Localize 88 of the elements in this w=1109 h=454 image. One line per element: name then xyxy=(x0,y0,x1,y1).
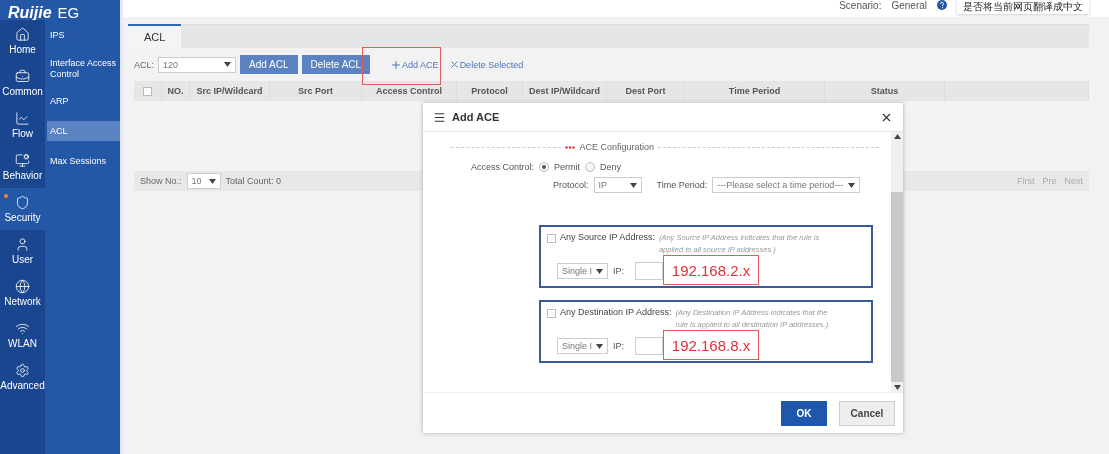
nav-item[interactable]: Behavior xyxy=(0,146,45,188)
scroll-up-icon[interactable] xyxy=(893,134,901,139)
acl-select[interactable]: 120 xyxy=(158,56,236,73)
nav-label: Home xyxy=(9,44,36,55)
ip-type-select[interactable]: Single I xyxy=(557,263,608,279)
caret-icon xyxy=(848,182,856,188)
checkbox[interactable] xyxy=(547,309,556,318)
radio-button[interactable] xyxy=(539,162,550,172)
nav-label: Advanced xyxy=(0,380,45,391)
show-label: Show No.: xyxy=(140,176,182,186)
annotation-text: 192.168.8.x xyxy=(671,336,751,354)
nav-item[interactable]: Network xyxy=(0,272,45,314)
nav-icon xyxy=(15,237,30,252)
scroll-down-icon xyxy=(893,385,901,390)
translate-prompt: 是否将当前网页翻译成中文 xyxy=(957,0,1089,14)
checkbox-label: Any Destination IP Address: xyxy=(560,307,672,317)
caret-icon xyxy=(208,178,216,184)
toolbar-link[interactable]: Add ACE xyxy=(390,58,439,71)
ip-input[interactable] xyxy=(635,262,663,280)
checkbox[interactable] xyxy=(547,234,556,243)
nav-item[interactable]: Home xyxy=(0,20,45,62)
field-label: Protocol: xyxy=(553,180,589,190)
nav-icon xyxy=(15,321,30,336)
caret-icon xyxy=(596,343,603,349)
nav-icon xyxy=(15,153,30,168)
plus-icon xyxy=(390,58,403,71)
checkbox[interactable] xyxy=(143,86,152,96)
toolbar-button[interactable]: Add ACL xyxy=(240,55,298,74)
page-size-select[interactable]: 10 xyxy=(186,173,221,189)
nav-item[interactable]: Security xyxy=(0,188,45,230)
nav-icon xyxy=(15,69,30,84)
total-count: Total Count: 0 xyxy=(225,176,282,186)
submenu-item[interactable]: IPS xyxy=(47,25,120,45)
scenario-label: Scenario: xyxy=(839,0,882,11)
nav-item[interactable]: Common xyxy=(0,62,45,104)
nav-icon xyxy=(15,111,30,126)
section-title: ACE Configuration xyxy=(579,142,655,152)
close-icon xyxy=(448,59,460,70)
protocol-select[interactable]: IP xyxy=(593,177,642,193)
nav-label: Behavior xyxy=(2,170,43,181)
tab[interactable]: ACL xyxy=(128,24,182,48)
radio-label: Deny xyxy=(600,162,622,172)
nav-icon xyxy=(15,27,30,42)
dialog-title: Add ACE xyxy=(452,111,501,123)
nav-label: User xyxy=(11,254,34,265)
caret-icon xyxy=(629,182,637,188)
dialog-button[interactable]: OK xyxy=(781,400,827,426)
nav-icon xyxy=(15,363,30,378)
nav-label: Common xyxy=(2,86,43,97)
status-dot xyxy=(4,194,8,198)
ellipsis-icon xyxy=(565,145,576,149)
scenario-value: General xyxy=(891,0,927,11)
field-label: Access Control: xyxy=(471,162,535,172)
menu-icon xyxy=(433,110,446,124)
nav-label: Network xyxy=(4,296,41,307)
submenu-item[interactable]: ARP xyxy=(47,91,120,111)
scrollbar[interactable] xyxy=(891,132,903,392)
nav-item[interactable]: User xyxy=(0,230,45,272)
acl-label: ACL: xyxy=(134,59,154,70)
dialog-button[interactable]: Cancel xyxy=(839,400,895,426)
annotation-text: 192.168.2.x xyxy=(671,261,751,279)
checkbox-label: Any Source IP Address: xyxy=(560,232,655,242)
ip-type-select[interactable]: Single I xyxy=(557,338,608,354)
nav-label: Flow xyxy=(11,128,34,139)
help-icon[interactable] xyxy=(937,0,947,10)
nav-item[interactable]: Flow xyxy=(0,104,45,146)
field-label: Time Period: xyxy=(656,180,708,190)
ip-input[interactable] xyxy=(635,337,663,355)
submenu-item[interactable]: Interface Access Control xyxy=(47,55,120,83)
radio-button[interactable] xyxy=(585,162,596,172)
nav-label: WLAN xyxy=(8,338,37,349)
toolbar-link[interactable]: Delete Selected xyxy=(448,59,524,70)
caret-icon xyxy=(224,62,231,67)
radio-label: Permit xyxy=(554,162,581,172)
ip-label: IP: xyxy=(613,341,624,351)
caret-icon xyxy=(596,268,603,274)
submenu-item[interactable]: Max Sessions xyxy=(47,151,120,171)
time-period-select[interactable]: ---Please select a time period--- xyxy=(712,177,861,193)
brand-logo: Ruijie xyxy=(8,6,52,20)
nav-icon xyxy=(15,279,30,294)
product-name: EG xyxy=(57,6,80,20)
nav-item[interactable]: WLAN xyxy=(0,314,45,356)
nav-icon xyxy=(15,195,30,210)
toolbar-button[interactable]: Delete ACL xyxy=(301,55,371,74)
submenu-item[interactable]: ACL xyxy=(47,121,120,141)
ip-label: IP: xyxy=(613,266,624,276)
nav-item[interactable]: Advanced xyxy=(0,356,45,398)
nav-label: Security xyxy=(4,212,41,223)
